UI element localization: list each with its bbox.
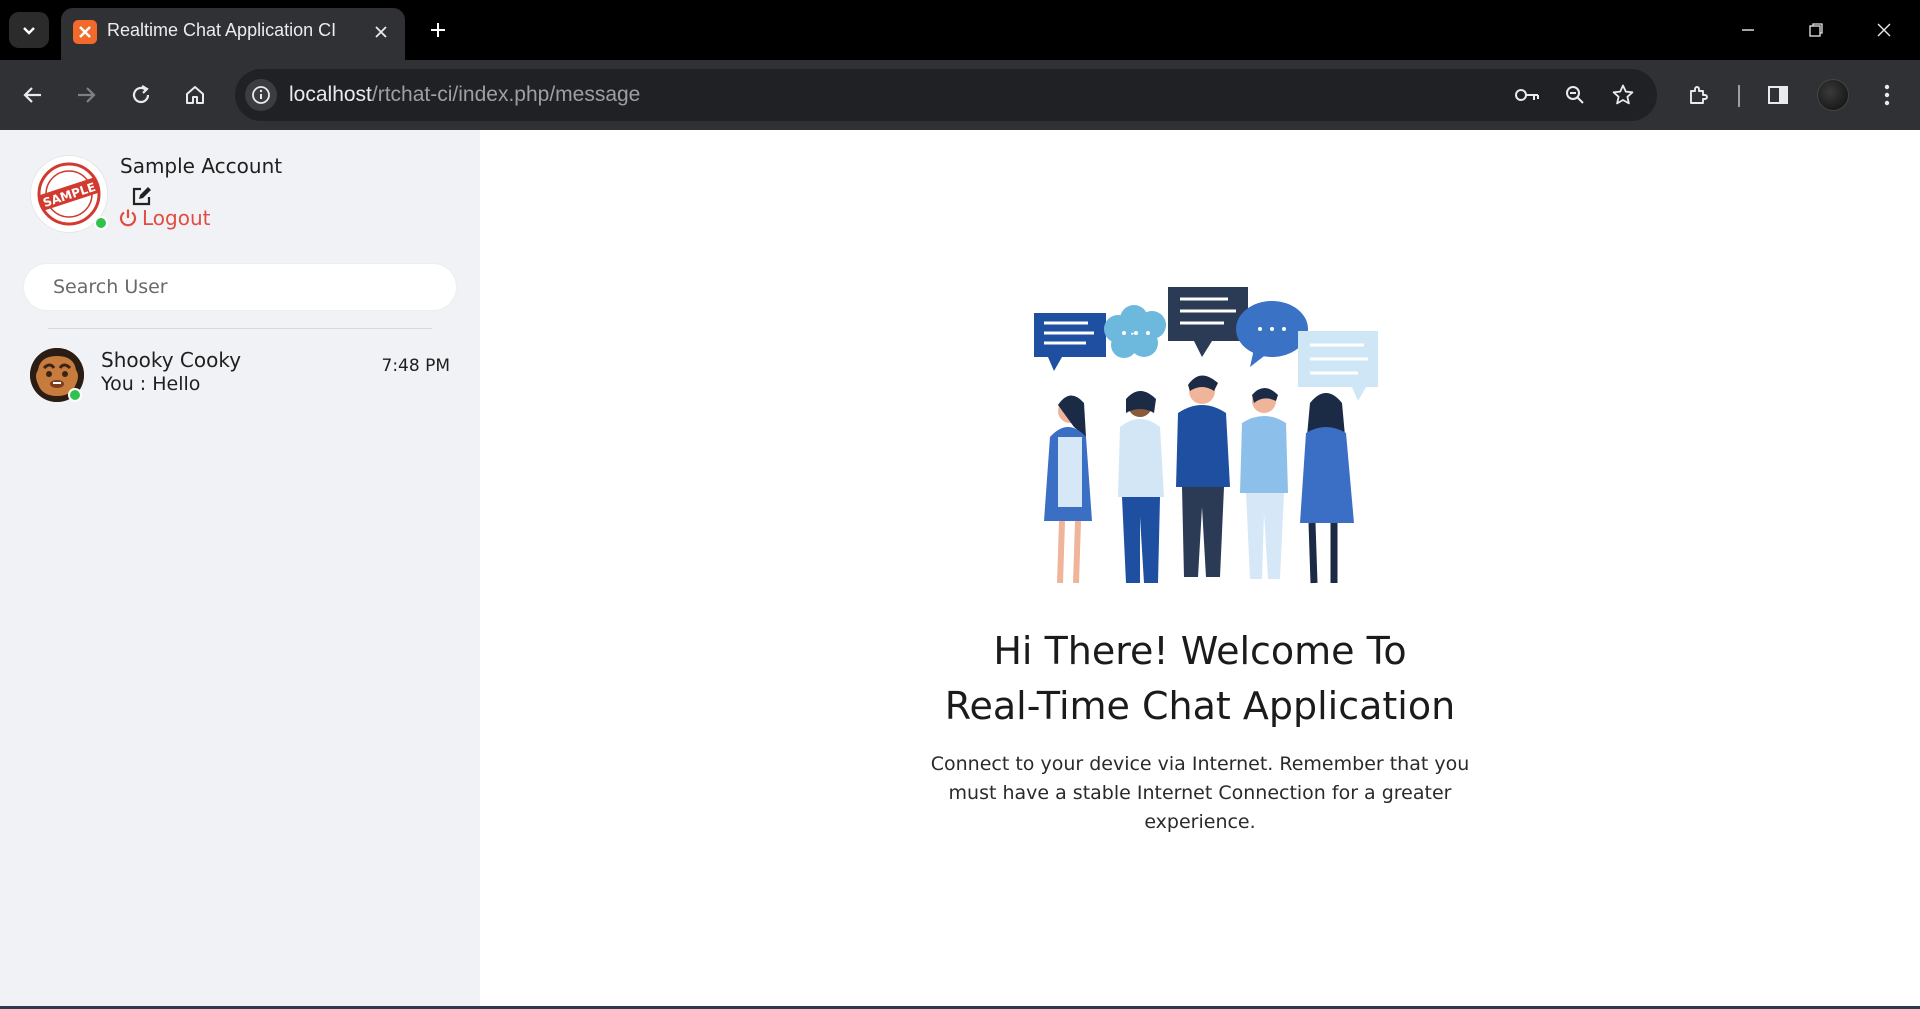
new-tab-button[interactable] xyxy=(420,14,456,46)
power-icon xyxy=(119,209,137,227)
tab-search-button[interactable] xyxy=(9,12,49,48)
chevron-down-icon xyxy=(23,27,35,35)
contact-message-time: 7:48 PM xyxy=(381,356,451,376)
chat-main-area: Hi There! Welcome To Real-Time Chat Appl… xyxy=(480,130,1920,1009)
contact-name: Shooky Cooky xyxy=(101,348,242,372)
bookmark-button[interactable] xyxy=(1607,79,1639,111)
extensions-button[interactable] xyxy=(1681,77,1717,113)
browser-toolbar: localhost/rtchat-ci/index.php/message xyxy=(0,60,1920,130)
xampp-favicon-icon xyxy=(73,20,97,44)
close-icon xyxy=(375,26,387,38)
side-panel-button[interactable] xyxy=(1760,77,1796,113)
edit-icon xyxy=(132,187,151,206)
kebab-menu-icon xyxy=(1884,84,1890,106)
user-name: Sample Account xyxy=(120,154,283,178)
chat-list-item[interactable]: Shooky Cooky You : Hello 7:48 PM xyxy=(14,340,466,412)
active-tab[interactable]: Realtime Chat Application CI xyxy=(61,8,405,60)
profile-avatar[interactable] xyxy=(1817,79,1849,111)
logout-label: Logout xyxy=(142,206,211,230)
url-path: /rtchat-ci/index.php/message xyxy=(371,83,641,106)
toolbar-separator xyxy=(1738,85,1740,107)
home-button[interactable] xyxy=(175,75,215,115)
web-page: SAMPLE Sample Account Logout Search User… xyxy=(0,130,1920,1009)
browser-tab-bar: Realtime Chat Application CI xyxy=(0,0,1920,60)
restore-icon xyxy=(1809,23,1823,37)
site-info-button[interactable] xyxy=(245,79,277,111)
contact-last-message: You : Hello xyxy=(101,373,201,395)
extensions-icon xyxy=(1690,86,1708,104)
minimize-icon xyxy=(1742,29,1754,31)
back-arrow-icon xyxy=(23,87,41,103)
people-chatting-illustration xyxy=(1034,287,1378,584)
reload-button[interactable] xyxy=(121,75,161,115)
side-panel-icon xyxy=(1768,86,1788,104)
password-manager-button[interactable] xyxy=(1511,79,1543,111)
tab-title: Realtime Chat Application CI xyxy=(107,20,337,40)
window-close-button[interactable] xyxy=(1856,10,1912,50)
forward-button[interactable] xyxy=(66,75,106,115)
welcome-description: Connect to your device via Internet. Rem… xyxy=(930,753,1470,833)
sidebar-divider xyxy=(48,328,432,329)
zoom-button[interactable] xyxy=(1559,79,1591,111)
edit-profile-button[interactable] xyxy=(130,184,154,208)
sample-stamp-icon: SAMPLE xyxy=(37,162,101,226)
back-button[interactable] xyxy=(13,75,53,115)
welcome-title: Hi There! Welcome To Real-Time Chat Appl… xyxy=(480,624,1920,734)
user-online-indicator xyxy=(94,216,108,230)
star-icon xyxy=(1612,84,1634,105)
plus-icon xyxy=(431,23,445,37)
key-icon xyxy=(1515,89,1539,101)
window-close-icon xyxy=(1877,23,1891,37)
home-icon xyxy=(186,86,204,104)
url-text: localhost/rtchat-ci/index.php/message xyxy=(289,83,640,107)
tab-close-button[interactable] xyxy=(367,18,395,46)
minimize-button[interactable] xyxy=(1720,10,1776,50)
reload-icon xyxy=(132,85,150,104)
welcome-title-line2: Real-Time Chat Application xyxy=(944,684,1456,728)
contact-online-indicator xyxy=(68,388,82,402)
welcome-title-line1: Hi There! Welcome To xyxy=(993,629,1407,673)
address-bar[interactable]: localhost/rtchat-ci/index.php/message xyxy=(235,69,1657,121)
search-user-input[interactable] xyxy=(24,264,456,310)
logout-link[interactable]: Logout xyxy=(118,206,210,230)
forward-arrow-icon xyxy=(78,87,96,103)
zoom-icon xyxy=(1566,86,1584,104)
chat-sidebar: SAMPLE Sample Account Logout Search User… xyxy=(0,130,480,1009)
restore-button[interactable] xyxy=(1788,10,1844,50)
url-host: localhost xyxy=(289,83,372,106)
info-icon xyxy=(252,86,270,104)
browser-menu-button[interactable] xyxy=(1869,77,1905,113)
